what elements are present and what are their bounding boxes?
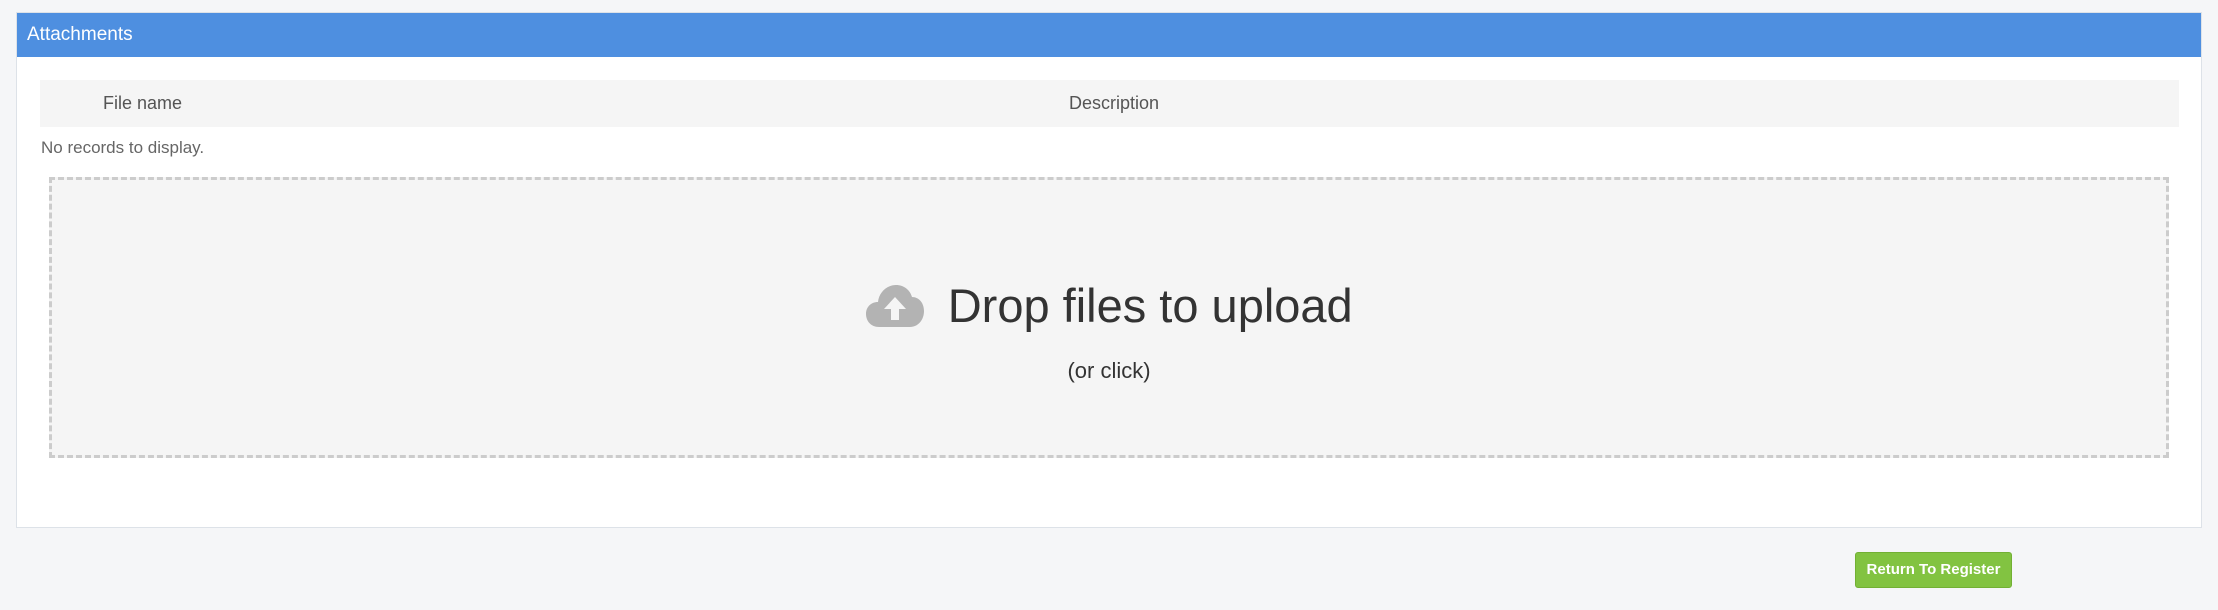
no-records-message: No records to display. (41, 138, 205, 157)
attachments-panel: Attachments File name Description No rec… (16, 12, 2202, 528)
return-to-register-button[interactable]: Return To Register (1855, 552, 2012, 588)
dropzone-title: Drop files to upload (947, 279, 1353, 332)
column-header-file-name[interactable]: File name (103, 80, 182, 127)
dropzone-content: Drop files to upload (52, 278, 2166, 334)
dropzone-subtitle: (or click) (1067, 358, 1151, 383)
grid-header: File name Description (40, 80, 2179, 127)
panel-title: Attachments (17, 13, 2201, 57)
column-header-description[interactable]: Description (1069, 80, 1159, 127)
cloud-upload-icon (865, 283, 925, 329)
file-dropzone[interactable]: Drop files to upload (or click) (49, 177, 2169, 458)
